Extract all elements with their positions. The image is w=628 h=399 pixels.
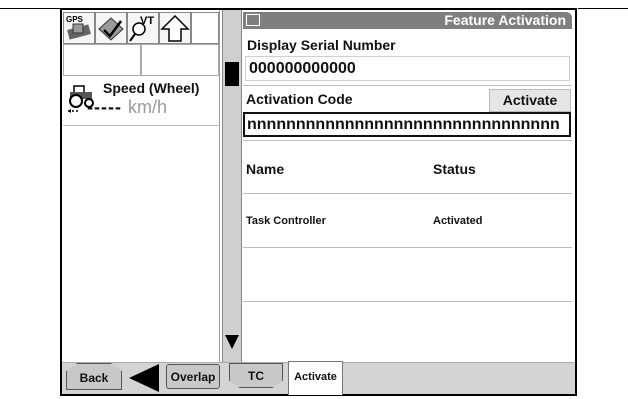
divider (243, 140, 572, 141)
serial-number-field: 000000000000 (245, 56, 570, 81)
window-icon (246, 14, 260, 26)
divider (243, 247, 572, 248)
divider (243, 193, 572, 194)
empty-slot-1 (63, 44, 141, 76)
feature-name: Task Controller (246, 215, 326, 227)
empty-icon-slot (191, 12, 219, 44)
activation-code-label: Activation Code (246, 91, 353, 107)
feature-status: Activated (433, 215, 483, 227)
column-header-name: Name (246, 161, 285, 177)
up-arrow-icon (160, 14, 190, 42)
divider (63, 125, 220, 126)
speed-readout: ----- km/h (87, 97, 167, 118)
column-header-status: Status (433, 161, 476, 177)
vt-button[interactable]: VT (127, 12, 159, 44)
back-button[interactable]: Back (66, 363, 122, 390)
scroll-down-icon[interactable] (224, 333, 240, 351)
speed-unit: km/h (127, 97, 167, 117)
left-border-line (0, 8, 60, 9)
guidance-icon (98, 17, 124, 41)
empty-slot-2 (141, 44, 219, 76)
divider (243, 85, 572, 86)
divider (243, 301, 572, 302)
tc-button[interactable]: TC (229, 363, 283, 388)
scrollbar-thumb[interactable] (225, 62, 239, 86)
gps-button[interactable]: GPS (63, 12, 95, 44)
left-arrow-icon[interactable] (127, 363, 163, 393)
gps-icon: GPS (66, 15, 91, 40)
serial-label: Display Serial Number (247, 37, 396, 53)
right-border-line (578, 8, 628, 9)
tab-activate[interactable]: Activate (288, 361, 343, 395)
window-titlebar: Feature Activation (243, 12, 572, 29)
vt-icon: VT (129, 15, 154, 42)
overlap-button[interactable]: Overlap (166, 364, 220, 389)
activation-code-input[interactable]: nnnnnnnnnnnnnnnnnnnnnnnnnnnnnnnn (243, 112, 571, 137)
gps-label: GPS (66, 15, 84, 24)
window-title: Feature Activation (444, 12, 566, 28)
activate-button[interactable]: Activate (489, 89, 571, 112)
speed-value: ----- (87, 97, 122, 117)
up-arrow-button[interactable] (159, 12, 191, 44)
speed-label: Speed (Wheel) (103, 80, 200, 96)
guidance-button[interactable] (95, 12, 127, 44)
